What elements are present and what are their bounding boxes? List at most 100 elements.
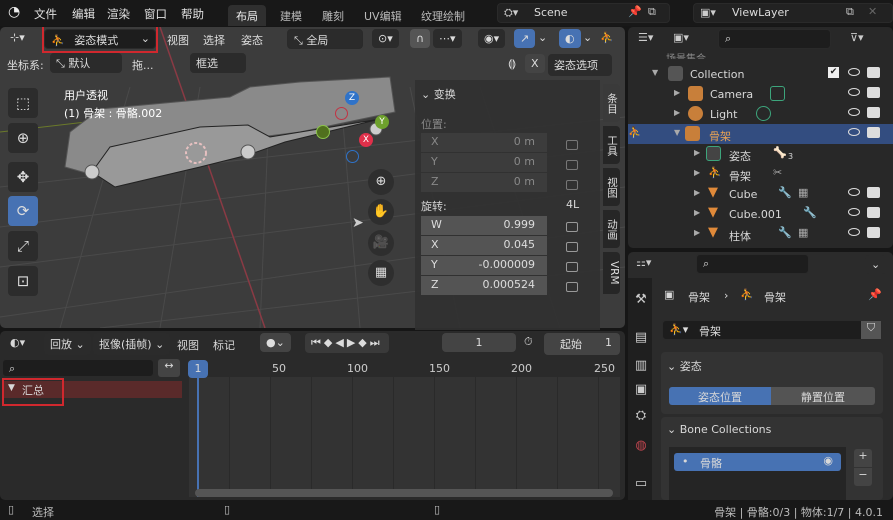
lock-icon[interactable] — [566, 282, 578, 292]
keying-menu[interactable]: 抠像(插帧) ⌄ — [93, 333, 171, 355]
pose-panel-header[interactable]: ⌄ 姿态 — [667, 358, 702, 374]
tab-sculpting[interactable]: 雕刻 — [314, 5, 352, 26]
menu-help[interactable]: 帮助 — [181, 6, 204, 22]
render-icon[interactable] — [867, 67, 880, 78]
pivot-point-icon[interactable]: ⊙▾ — [372, 29, 399, 48]
cursor-tool[interactable]: ⊕ — [8, 123, 38, 153]
coord-system-dropdown[interactable]: ⤡ 默认 — [50, 53, 122, 73]
options-dropdown[interactable]: ⌄ — [865, 255, 887, 274]
pose-mode-indicator-icon[interactable]: ⛹ — [628, 126, 642, 139]
tab-layout[interactable]: 布局 — [228, 5, 266, 26]
menu-marker[interactable]: 标记 — [213, 337, 235, 353]
outliner-row-armature[interactable]: ⛹ ▼ 骨架 — [628, 124, 893, 144]
render-icon[interactable] — [867, 127, 880, 138]
playhead[interactable]: 1 — [188, 360, 208, 378]
menu-pose[interactable]: 姿态 — [241, 32, 263, 48]
output-tab-icon[interactable]: ▥ — [633, 358, 649, 374]
lock-icon[interactable] — [566, 262, 578, 272]
editor-type-icon[interactable]: ⚏▾ — [636, 256, 651, 269]
gizmo-icon[interactable]: ↗ — [514, 29, 536, 48]
render-icon[interactable] — [867, 207, 880, 218]
location-y-field[interactable]: Y 0 m — [421, 153, 547, 172]
gizmo-neg-z[interactable] — [346, 150, 359, 163]
properties-search-input[interactable]: ⌕ — [696, 254, 809, 274]
swap-icon[interactable]: ↔ — [158, 359, 180, 377]
tab-modeling[interactable]: 建模 — [272, 5, 310, 26]
tab-tool[interactable]: 工具 — [603, 126, 620, 164]
outliner-row-collection[interactable]: ▼ Collection ✔ — [628, 64, 893, 84]
transform-tool[interactable]: ⊡ — [8, 266, 38, 296]
remove-view-layer-icon[interactable]: ✕ — [868, 5, 877, 18]
menu-view[interactable]: 视图 — [167, 32, 189, 48]
rotation-mode[interactable]: 4L — [566, 198, 579, 211]
lock-icon[interactable] — [566, 242, 578, 252]
pose-options-dropdown[interactable]: 姿态选项 — [548, 54, 612, 76]
collection-tab-icon[interactable]: ▭ — [633, 476, 649, 492]
eye-icon[interactable] — [848, 108, 860, 116]
snap-target-icon[interactable]: ⋯▾ — [433, 29, 462, 48]
filter-icon[interactable]: ⊽▾ — [850, 31, 864, 44]
eye-icon[interactable] — [848, 88, 860, 96]
mirror-x-toggle[interactable]: X — [525, 54, 545, 73]
outliner-row-cube[interactable]: ▶ ▼ Cube 🔧 ▦ — [628, 184, 893, 204]
outliner-row-cylinder[interactable]: ▶ ▼ 柱体 🔧 ▦ — [628, 224, 893, 244]
light-data-icon[interactable] — [756, 106, 771, 121]
modifier-wrench-icon[interactable]: 🔧 — [778, 186, 792, 199]
current-frame-field[interactable]: 1 — [442, 333, 516, 352]
stopwatch-icon[interactable]: ⏱ — [524, 335, 533, 349]
mesh-data-icon[interactable]: ▦ — [798, 186, 808, 199]
blender-logo-icon[interactable]: ◔ — [8, 4, 20, 20]
render-tab-icon[interactable]: ▤ — [633, 330, 649, 346]
tab-item[interactable]: 条目 — [603, 84, 620, 122]
pin-icon[interactable]: 📌 — [628, 5, 642, 18]
move-tool[interactable]: ✥ — [8, 162, 38, 192]
add-bone-collection-button[interactable]: + — [854, 449, 872, 467]
eye-icon[interactable] — [848, 208, 860, 216]
mesh-data-icon[interactable]: ▦ — [798, 226, 808, 239]
menu-view[interactable]: 视图 — [177, 337, 199, 353]
menu-select[interactable]: 选择 — [203, 32, 225, 48]
tool-tab-icon[interactable]: ⚒ — [633, 292, 649, 308]
gizmo-x-axis[interactable]: X — [359, 133, 373, 147]
rotate-tool[interactable]: ⟳ — [8, 196, 38, 226]
select-box-tool[interactable]: ⬚ — [8, 88, 38, 118]
new-scene-icon[interactable]: ⧉ — [648, 5, 656, 19]
snap-icon[interactable]: ∩ — [410, 29, 431, 48]
checkbox-icon[interactable]: ✔ — [828, 67, 839, 78]
outliner-row-cube-001[interactable]: ▶ ▼ Cube.001 🔧 — [628, 204, 893, 224]
modifier-wrench-icon[interactable]: 🔧 — [778, 226, 792, 239]
scene-selector[interactable]: ⛭▾ Scene 📌 ⧉ — [497, 3, 670, 23]
camera-data-icon[interactable] — [770, 86, 785, 101]
tab-texture-paint[interactable]: 纹理绘制 — [413, 5, 473, 26]
eye-icon[interactable] — [848, 128, 860, 136]
gizmo-y-axis[interactable]: Y — [375, 115, 389, 129]
render-icon[interactable] — [867, 187, 880, 198]
remove-bone-collection-button[interactable]: − — [854, 468, 872, 486]
outliner-row-light[interactable]: ▶ Light — [628, 104, 893, 124]
eye-icon[interactable] — [848, 228, 860, 236]
scene-tab-icon[interactable]: ⛭ — [633, 408, 649, 424]
render-icon[interactable] — [867, 227, 880, 238]
eye-icon[interactable] — [848, 68, 860, 76]
editor-type-icon[interactable]: ◐▾ — [10, 336, 25, 349]
gizmo-neg-y[interactable] — [316, 125, 330, 139]
lock-icon[interactable] — [566, 180, 578, 190]
overlays-icon[interactable]: ◐ — [559, 29, 581, 48]
transform-orientation-dropdown[interactable]: ⤡ 全局 — [287, 29, 363, 49]
horizontal-scrollbar[interactable] — [195, 489, 613, 497]
menu-render[interactable]: 渲染 — [107, 6, 130, 22]
view-layer-selector[interactable]: ▣▾ ViewLayer ⧉ ✕ — [693, 3, 893, 23]
eye-icon[interactable] — [848, 188, 860, 196]
menu-file[interactable]: 文件 — [34, 6, 57, 22]
editor-type-icon[interactable]: ⊹▾ — [10, 31, 25, 44]
scene-name[interactable]: Scene — [534, 6, 568, 19]
location-x-field[interactable]: X 0 m — [421, 133, 547, 152]
playback-controls[interactable]: ⏮◆◀▶◆⏭ — [305, 333, 389, 353]
visibility-icon[interactable]: ◉▾ — [478, 29, 506, 48]
scale-tool[interactable]: ⤢ — [8, 231, 38, 261]
gizmo-dropdown-icon[interactable]: ⌄ — [538, 31, 547, 44]
eye-icon[interactable]: ◉ — [823, 454, 833, 467]
mirror-icon[interactable]: ⟬⟭ — [508, 57, 516, 71]
start-frame-field[interactable]: 起始 1 — [544, 333, 620, 355]
view-layer-tab-icon[interactable]: ▣ — [633, 382, 649, 398]
